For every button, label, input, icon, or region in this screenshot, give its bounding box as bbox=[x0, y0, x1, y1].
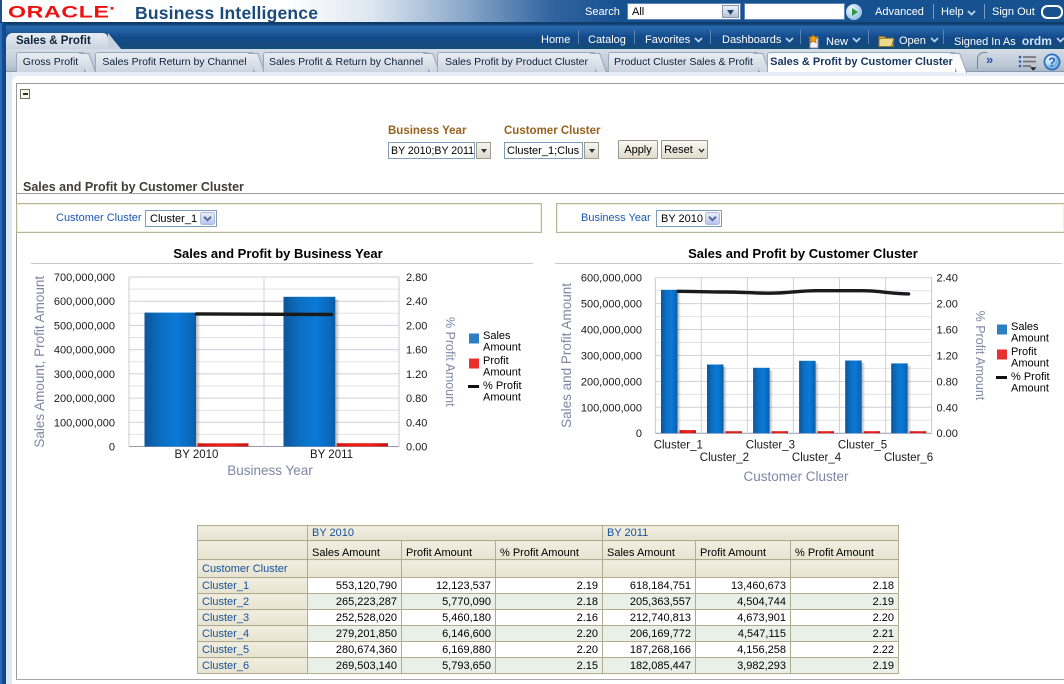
svg-text:Sales Amount, Profit Amount: Sales Amount, Profit Amount bbox=[32, 276, 47, 448]
svg-text:1.20: 1.20 bbox=[937, 350, 958, 362]
svg-text:200,000,000: 200,000,000 bbox=[54, 393, 115, 405]
svg-text:500,000,000: 500,000,000 bbox=[54, 320, 115, 332]
svg-text:100,000,000: 100,000,000 bbox=[581, 402, 642, 414]
svg-text:BY 2011: BY 2011 bbox=[310, 449, 353, 461]
svg-text:400,000,000: 400,000,000 bbox=[54, 345, 115, 357]
svg-text:% Profit Amount: % Profit Amount bbox=[973, 311, 987, 401]
svg-text:0: 0 bbox=[636, 428, 642, 440]
svg-text:Amount: Amount bbox=[1011, 333, 1049, 345]
svg-text:0.80: 0.80 bbox=[406, 393, 427, 405]
svg-text:Sales and Profit Amount: Sales and Profit Amount bbox=[559, 283, 574, 428]
svg-text:Cluster_2: Cluster_2 bbox=[700, 452, 749, 464]
svg-text:0.40: 0.40 bbox=[937, 402, 958, 414]
svg-text:600,000,000: 600,000,000 bbox=[54, 296, 115, 308]
svg-text:Amount: Amount bbox=[483, 392, 521, 404]
svg-text:0.40: 0.40 bbox=[406, 417, 427, 429]
svg-text:0.80: 0.80 bbox=[937, 376, 958, 388]
svg-text:Profit: Profit bbox=[483, 355, 509, 367]
svg-text:Profit: Profit bbox=[1011, 346, 1037, 358]
svg-text:2.80: 2.80 bbox=[406, 272, 427, 284]
svg-text:1.60: 1.60 bbox=[937, 325, 958, 337]
svg-text:BY 2010: BY 2010 bbox=[175, 449, 219, 461]
svg-text:Amount: Amount bbox=[483, 342, 521, 354]
svg-text:Cluster_4: Cluster_4 bbox=[792, 452, 842, 464]
svg-text:Sales and Profit by Customer C: Sales and Profit by Customer Cluster bbox=[688, 246, 918, 261]
svg-text:200,000,000: 200,000,000 bbox=[581, 376, 642, 388]
svg-text:2.40: 2.40 bbox=[406, 296, 427, 308]
svg-text:Sales and Profit by Business Y: Sales and Profit by Business Year bbox=[173, 246, 382, 261]
svg-text:300,000,000: 300,000,000 bbox=[54, 369, 115, 381]
svg-text:700,000,000: 700,000,000 bbox=[54, 272, 115, 284]
svg-text:2.00: 2.00 bbox=[406, 320, 427, 332]
svg-text:0.00: 0.00 bbox=[406, 442, 427, 454]
svg-text:Customer Cluster: Customer Cluster bbox=[743, 469, 849, 484]
svg-text:2.00: 2.00 bbox=[937, 299, 958, 311]
svg-text:0: 0 bbox=[109, 442, 115, 454]
svg-text:1.20: 1.20 bbox=[406, 369, 427, 381]
svg-text:Amount: Amount bbox=[1011, 383, 1049, 395]
svg-text:% Profit Amount: % Profit Amount bbox=[443, 317, 457, 407]
svg-text:ORACLE: ORACLE bbox=[8, 3, 110, 21]
svg-text:600,000,000: 600,000,000 bbox=[581, 273, 642, 285]
svg-text:Sales: Sales bbox=[483, 330, 511, 342]
svg-text:400,000,000: 400,000,000 bbox=[581, 325, 642, 337]
svg-text:Cluster_6: Cluster_6 bbox=[884, 452, 933, 464]
svg-text:300,000,000: 300,000,000 bbox=[581, 350, 642, 362]
svg-text:?: ? bbox=[1048, 55, 1056, 69]
svg-text:2.40: 2.40 bbox=[937, 273, 958, 285]
svg-text:% Profit: % Profit bbox=[483, 380, 522, 392]
svg-text:Cluster_5: Cluster_5 bbox=[838, 440, 887, 452]
svg-text:0.00: 0.00 bbox=[937, 428, 958, 440]
svg-text:1.60: 1.60 bbox=[406, 345, 427, 357]
svg-text:Business Year: Business Year bbox=[227, 463, 313, 478]
svg-text:500,000,000: 500,000,000 bbox=[581, 299, 642, 311]
svg-text:Amount: Amount bbox=[1011, 358, 1049, 370]
svg-text:Sales: Sales bbox=[1011, 321, 1039, 333]
svg-text:100,000,000: 100,000,000 bbox=[54, 417, 115, 429]
svg-text:Cluster_1: Cluster_1 bbox=[654, 440, 703, 452]
svg-text:% Profit: % Profit bbox=[1011, 371, 1050, 383]
svg-text:Cluster_3: Cluster_3 bbox=[746, 440, 795, 452]
svg-text:Amount: Amount bbox=[483, 367, 521, 379]
